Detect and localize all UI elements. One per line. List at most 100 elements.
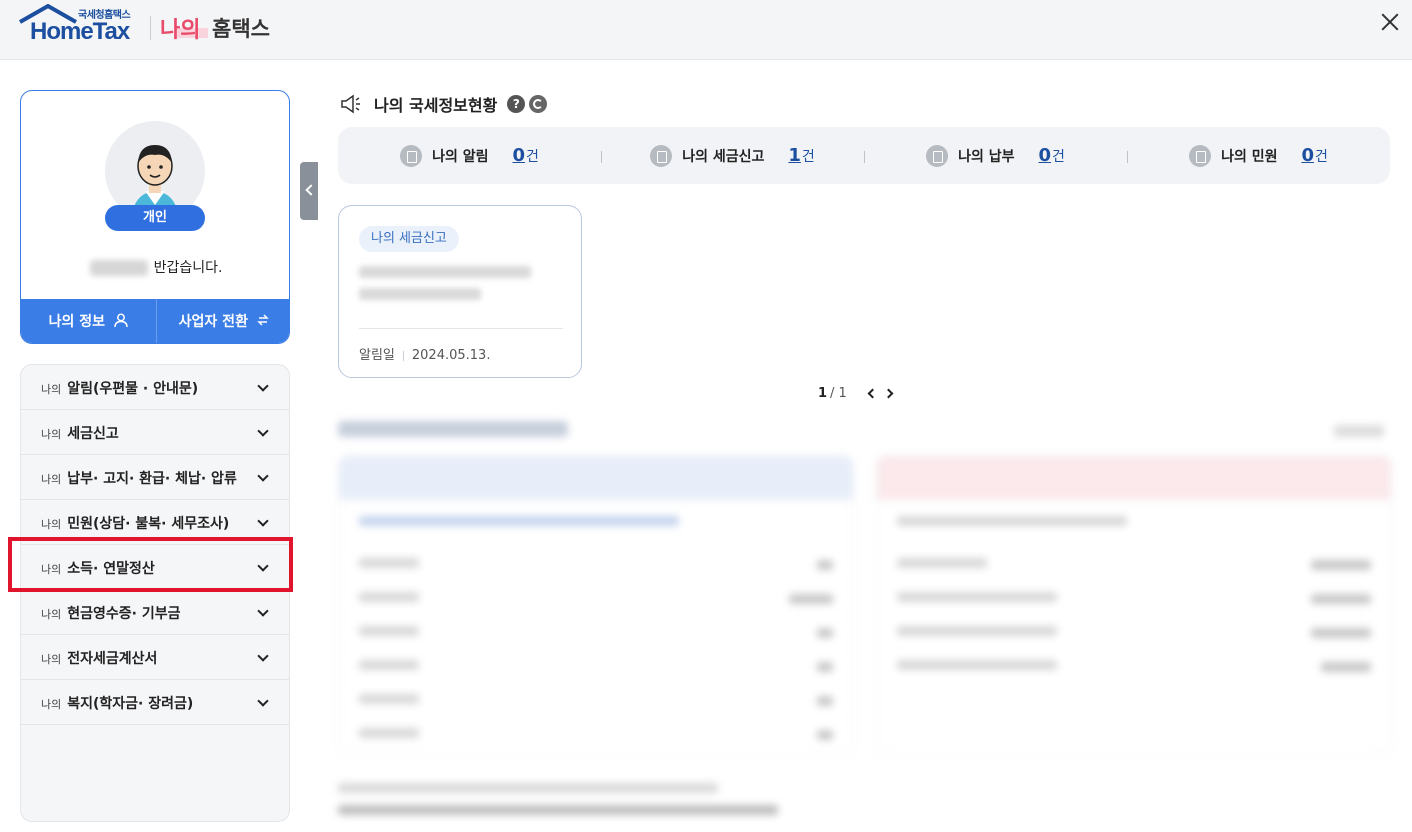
my-info-label: 나의 정보 [48,314,106,330]
person-icon [114,313,128,328]
blurred-panel-head [339,456,853,500]
brand-my: 나의 [160,18,201,43]
summary-count[interactable]: 0 [1038,145,1051,166]
header-divider [150,16,151,40]
blurred-row [359,728,419,738]
blurred-footnote [338,783,718,793]
blurred-row [359,694,419,704]
blurred-row [359,660,419,670]
menu-prefix: 나의 [41,518,62,531]
pager-current: 1 [818,386,828,401]
blurred-row [359,558,419,568]
megaphone-icon [400,144,423,167]
blurred-notice-text [359,288,481,300]
close-icon[interactable] [1378,10,1402,34]
blurred-footnote [338,805,778,815]
menu-prefix: 나의 [41,698,62,711]
blurred-row [897,660,1057,670]
menu-item-notifications[interactable]: 나의 알림(우편물 · 안내문) [21,365,289,410]
summary-count[interactable]: 0 [1301,145,1314,166]
blurred-row [897,592,1057,602]
chevron-down-icon [257,380,269,392]
summary-notifications[interactable]: 나의 알림 0건 [338,144,601,167]
section-title: 나의 국세정보현황 [374,96,498,115]
blurred-notice-text [359,266,531,278]
menu-item-cash-receipt[interactable]: 나의 현금영수증· 기부금 [21,590,289,635]
menu-label: 세금신고 [67,426,119,442]
chevron-left-icon[interactable] [865,387,879,401]
blurred-row [897,626,1057,636]
summary-unit: 건 [1315,148,1328,165]
blurred-value [1311,594,1371,604]
date-separator [402,350,404,361]
menu-item-e-tax-invoice[interactable]: 나의 전자세금계산서 [21,635,289,680]
chevron-down-icon [257,650,269,662]
card-divider [359,328,563,329]
summary-unit: 건 [526,148,539,165]
blurred-row [359,516,679,526]
blurred-row [897,516,1127,526]
summary-unit: 건 [801,148,815,165]
menu-item-tax-return[interactable]: 나의 세금신고 [21,410,289,455]
menu-label: 민원(상담· 불복· 세무조사) [67,516,230,532]
business-switch-label: 사업자 전환 [178,314,248,330]
summary-count[interactable]: 0 [512,145,525,166]
brand-hometax: 홈택스 [212,17,270,41]
blurred-panel-right [876,455,1392,755]
menu-prefix: 나의 [41,653,62,666]
clipboard-icon [1189,144,1212,167]
switch-arrows-icon [257,314,269,326]
menu-item-welfare[interactable]: 나의 복지(학자금· 장려금) [21,680,289,725]
blurred-content [338,415,1398,825]
summary-civil-petition[interactable]: 나의 민원 0건 [1127,144,1390,167]
blurred-row [359,626,419,636]
blurred-row [359,592,419,602]
menu-item-civil-petition[interactable]: 나의 민원(상담· 불복· 세무조사) [21,500,289,545]
chevron-right-icon[interactable] [883,387,897,401]
card-pager: 1 / 1 [818,386,897,401]
menu-item-income-year-end[interactable]: 나의 소득· 연말정산 [21,545,289,590]
hometax-logo[interactable]: 국세청홈택스 HomeTax [18,4,148,54]
notice-card[interactable]: 나의 세금신고 알림일 2024.05.13. [338,205,582,378]
megaphone-icon [341,94,360,114]
blurred-user-name [89,260,148,276]
greeting: 반갑습니다. [21,257,289,277]
my-info-button[interactable]: 나의 정보 [21,299,156,343]
blurred-value [1311,560,1371,570]
notice-date-value: 2024.05.13. [411,348,491,363]
chevron-down-icon [257,425,269,437]
summary-label: 나의 세금신고 [682,148,765,165]
summary-payment[interactable]: 나의 납부 0건 [864,144,1127,167]
profile-actions: 나의 정보 사업자 전환 [21,299,290,343]
menu-prefix: 나의 [41,383,62,396]
menu-label: 알림(우편물 · 안내문) [67,381,199,397]
blurred-link [1334,425,1384,437]
summary-tax-return[interactable]: 나의 세금신고 1건 [601,144,864,167]
summary-count[interactable]: 1 [788,145,801,166]
pager-total: / 1 [830,386,847,401]
menu-label: 복지(학자금· 장려금) [67,696,194,712]
chevron-down-icon [257,470,269,482]
help-icon[interactable]: ? [507,95,526,113]
blurred-section-title [338,421,568,437]
sidebar-collapse-button[interactable] [300,162,318,220]
menu-label: 전자세금계산서 [67,651,158,667]
profile-card: 개인 반갑습니다. 나의 정보 사업자 전환 [20,90,290,344]
greeting-text: 반갑습니다. [153,260,223,276]
summary-bar: 나의 알림 0건 나의 세금신고 1건 나의 납부 0건 나의 민원 0건 [338,127,1390,184]
chevron-down-icon [257,605,269,617]
section-header: 나의 국세정보현황 ? [340,92,548,116]
blurred-value [817,696,833,706]
menu-prefix: 나의 [41,563,62,576]
menu-item-payment[interactable]: 나의 납부· 고지· 환급· 체납· 압류 [21,455,289,500]
summary-label: 나의 납부 [958,148,1015,165]
sidebar-menu: 나의 알림(우편물 · 안내문) 나의 세금신고 나의 납부· 고지· 환급· 체납·… [20,364,290,822]
business-switch-button[interactable]: 사업자 전환 [155,299,290,343]
refresh-icon[interactable] [529,95,548,113]
chevron-down-icon [257,515,269,527]
menu-prefix: 나의 [41,608,62,621]
menu-label: 현금영수증· 기부금 [67,606,181,622]
blurred-row [897,558,987,568]
blurred-value [817,730,833,740]
payment-icon [926,144,949,167]
